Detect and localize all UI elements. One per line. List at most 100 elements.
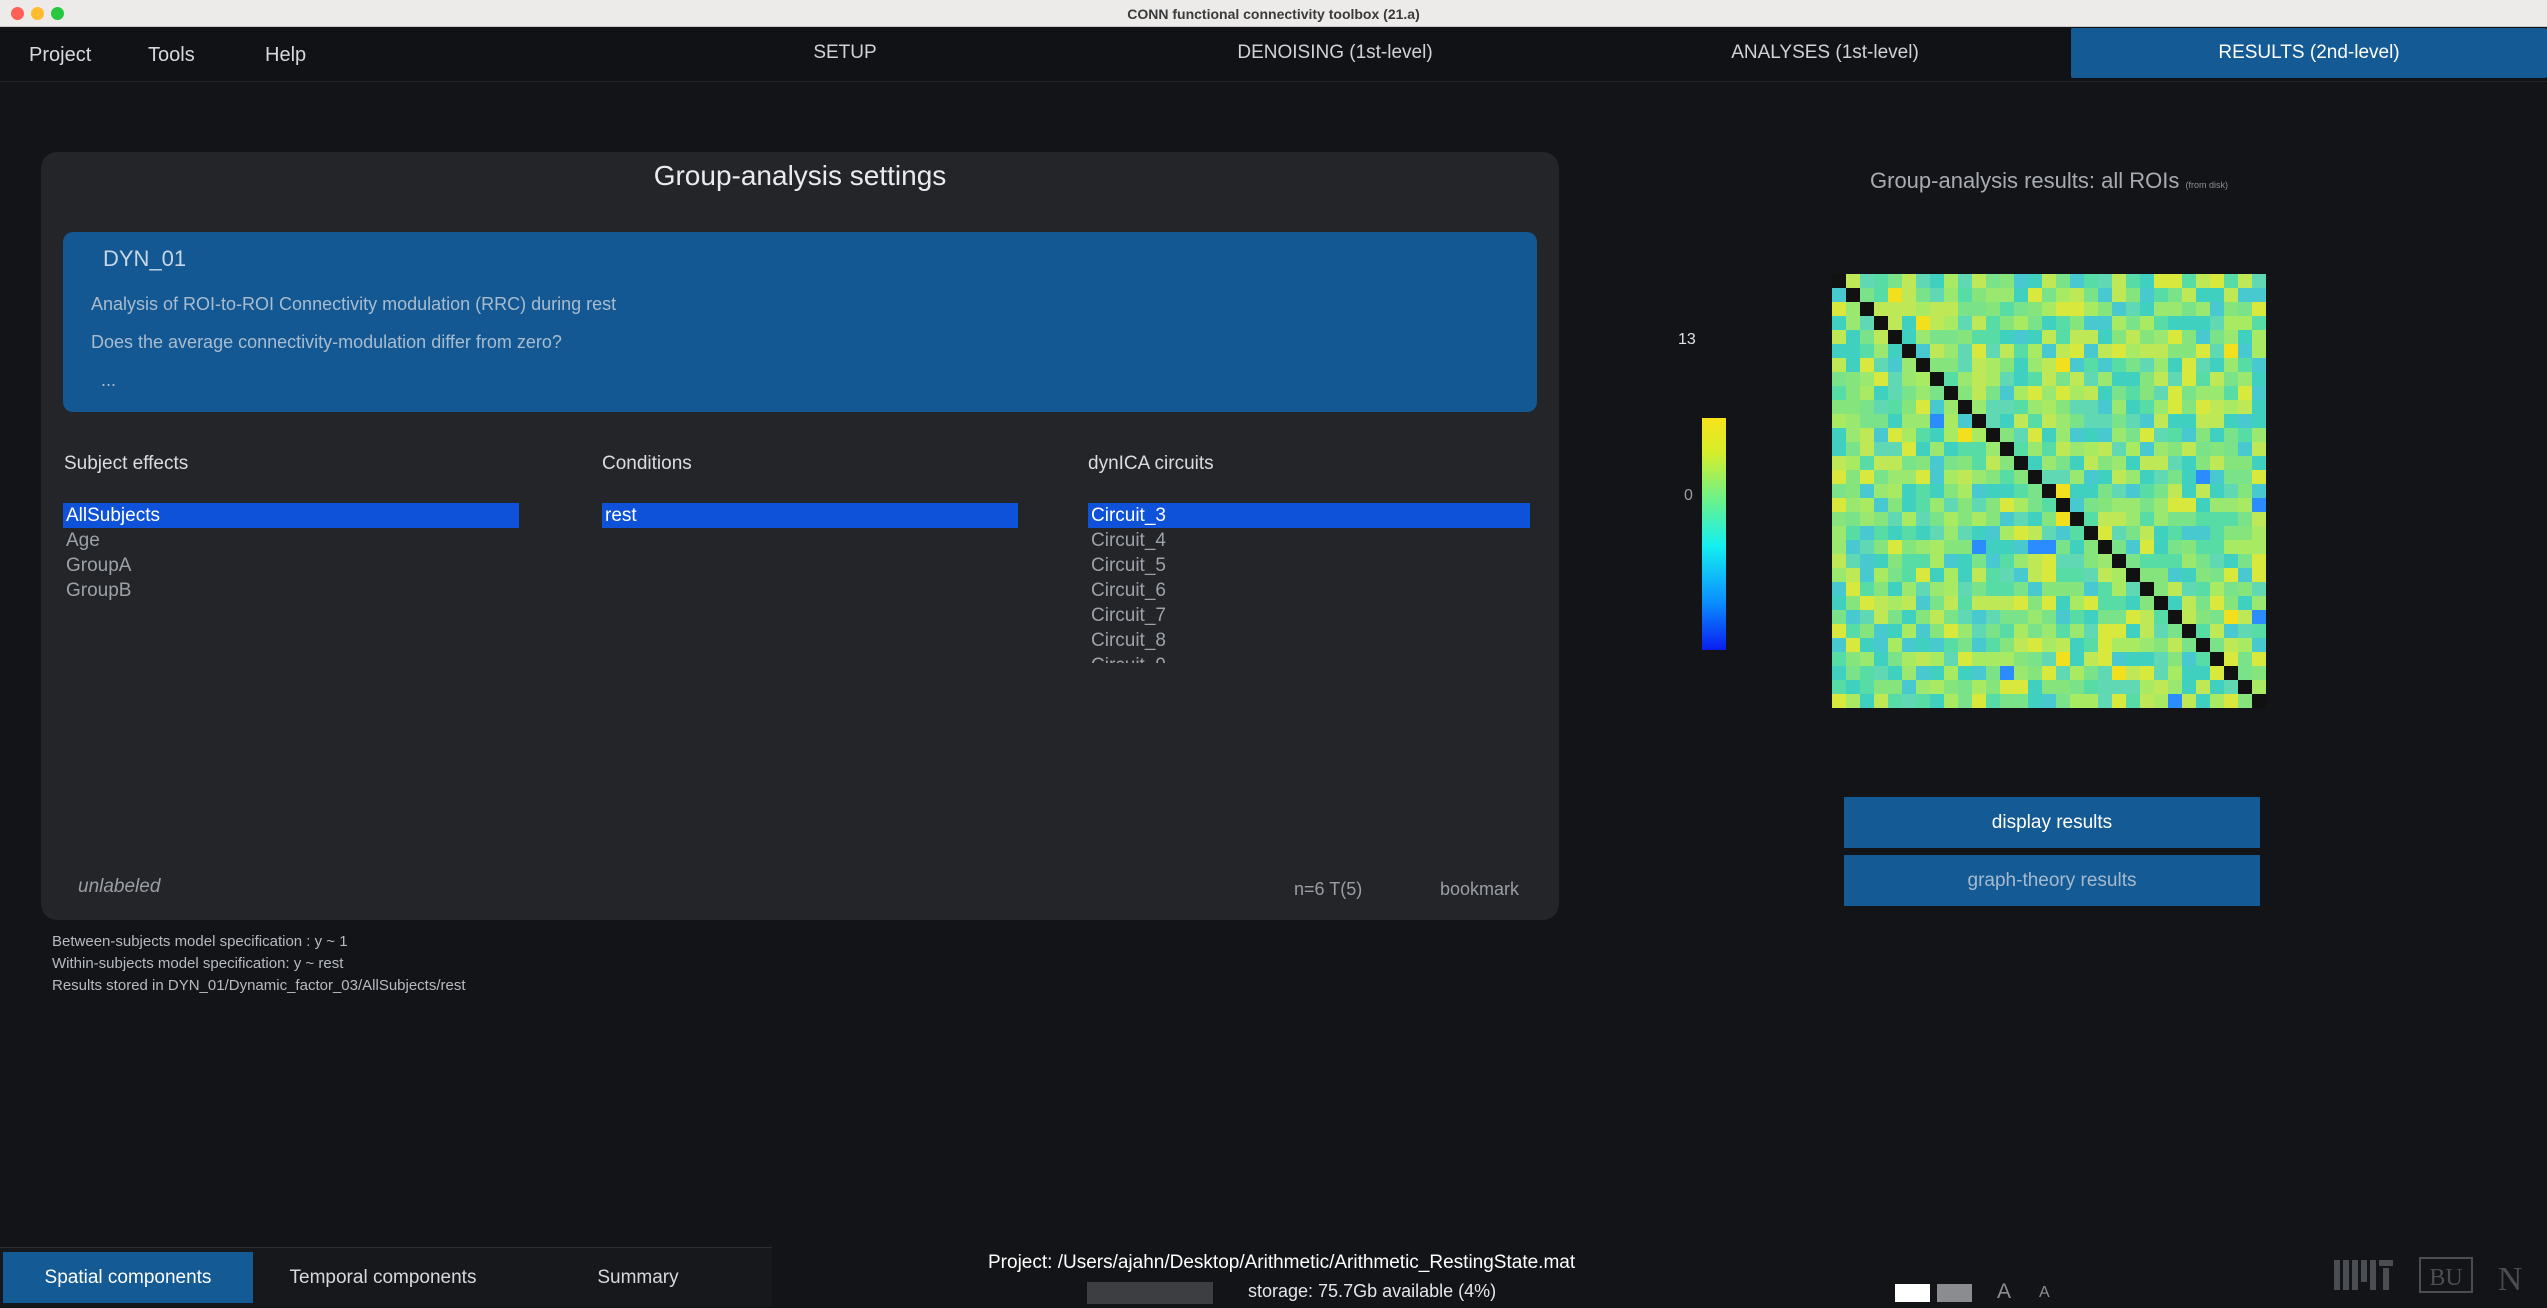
matrix-cell <box>1846 568 1860 582</box>
matrix-cell <box>1958 498 1972 512</box>
matrix-cell <box>2056 568 2070 582</box>
matrix-cell <box>1860 498 1874 512</box>
matrix-cell <box>1958 624 1972 638</box>
matrix-cell <box>1888 470 1902 484</box>
matrix-cell <box>2084 428 2098 442</box>
tab-denoising[interactable]: DENOISING (1st-level) <box>1210 28 1460 78</box>
matrix-cell <box>2028 484 2042 498</box>
matrix-cell <box>2056 274 2070 288</box>
matrix-cell <box>2112 484 2126 498</box>
matrix-cell <box>2196 652 2210 666</box>
tab-analyses[interactable]: ANALYSES (1st-level) <box>1700 28 1950 78</box>
matrix-cell <box>2098 526 2112 540</box>
graph-theory-results-button[interactable]: graph-theory results <box>1844 855 2260 906</box>
list-item[interactable]: rest <box>602 503 1018 528</box>
matrix-cell <box>1860 554 1874 568</box>
tab-spatial-components[interactable]: Spatial components <box>3 1252 253 1303</box>
matrix-cell <box>2196 596 2210 610</box>
matrix-cell <box>2042 526 2056 540</box>
matrix-cell <box>2084 568 2098 582</box>
theme-gray-swatch[interactable] <box>1937 1284 1972 1302</box>
menu-help[interactable]: Help <box>265 44 306 67</box>
matrix-cell <box>2028 372 2042 386</box>
matrix-cell <box>2140 316 2154 330</box>
matrix-cell <box>1930 610 1944 624</box>
theme-light-swatch[interactable] <box>1895 1284 1930 1302</box>
list-item[interactable]: Circuit_8 <box>1088 628 1530 653</box>
matrix-cell <box>2070 554 2084 568</box>
matrix-cell <box>1902 554 1916 568</box>
matrix-cell <box>2084 274 2098 288</box>
matrix-cell <box>1902 330 1916 344</box>
list-item[interactable]: Circuit_3 <box>1088 503 1530 528</box>
conditions-list[interactable]: rest <box>602 503 1018 528</box>
subject-effects-list[interactable]: AllSubjects Age GroupA GroupB <box>63 503 519 603</box>
list-item[interactable]: Circuit_5 <box>1088 553 1530 578</box>
matrix-cell <box>2042 428 2056 442</box>
bookmark-button[interactable]: bookmark <box>1440 879 1519 900</box>
tab-summary[interactable]: Summary <box>513 1252 763 1303</box>
matrix-cell <box>1846 344 1860 358</box>
matrix-cell <box>1860 680 1874 694</box>
matrix-cell <box>2084 386 2098 400</box>
matrix-cell <box>2238 302 2252 316</box>
analysis-label-field[interactable]: unlabeled <box>78 876 160 898</box>
matrix-cell <box>1986 484 2000 498</box>
matrix-cell <box>2224 414 2238 428</box>
display-results-button[interactable]: display results <box>1844 797 2260 848</box>
menu-project[interactable]: Project <box>29 44 91 67</box>
list-item[interactable]: Circuit_4 <box>1088 528 1530 553</box>
matrix-cell <box>2000 638 2014 652</box>
matrix-cell <box>2154 638 2168 652</box>
matrix-cell <box>1986 302 2000 316</box>
matrix-cell <box>2224 330 2238 344</box>
list-item[interactable]: AllSubjects <box>63 503 519 528</box>
list-item[interactable]: GroupB <box>63 578 519 603</box>
matrix-cell <box>2112 540 2126 554</box>
matrix-cell <box>1860 358 1874 372</box>
matrix-cell <box>2238 624 2252 638</box>
matrix-cell <box>2238 582 2252 596</box>
matrix-cell <box>2126 330 2140 344</box>
matrix-cell <box>2196 568 2210 582</box>
list-item[interactable]: Circuit_6 <box>1088 578 1530 603</box>
matrix-cell <box>2126 554 2140 568</box>
tab-setup[interactable]: SETUP <box>760 28 930 78</box>
list-item[interactable]: GroupA <box>63 553 519 578</box>
tab-temporal-components[interactable]: Temporal components <box>258 1252 508 1303</box>
matrix-cell <box>2224 274 2238 288</box>
matrix-cell <box>2042 470 2056 484</box>
matrix-cell <box>1986 694 2000 708</box>
matrix-cell <box>2196 400 2210 414</box>
list-item[interactable]: Circuit_7 <box>1088 603 1530 628</box>
matrix-cell <box>2224 638 2238 652</box>
connectivity-matrix[interactable] <box>1824 272 2272 718</box>
matrix-cell <box>2000 484 2014 498</box>
tab-results[interactable]: RESULTS (2nd-level) <box>2071 28 2547 78</box>
list-item[interactable]: Age <box>63 528 519 553</box>
analysis-selector[interactable]: DYN_01 Analysis of ROI-to-ROI Connectivi… <box>63 232 1537 412</box>
matrix-cell <box>1846 414 1860 428</box>
matrix-cell <box>2098 470 2112 484</box>
matrix-cell <box>1846 288 1860 302</box>
matrix-cell <box>2056 638 2070 652</box>
matrix-cell <box>2042 666 2056 680</box>
matrix-cell <box>1902 316 1916 330</box>
matrix-cell <box>2252 372 2266 386</box>
font-decrease-button[interactable]: A <box>2039 1284 2050 1302</box>
matrix-cell <box>1846 680 1860 694</box>
matrix-cell <box>2028 344 2042 358</box>
circuits-list[interactable]: Circuit_3 Circuit_4 Circuit_5 Circuit_6 … <box>1088 503 1530 663</box>
matrix-cell <box>2140 582 2154 596</box>
menu-tools[interactable]: Tools <box>148 44 195 67</box>
matrix-cell <box>2154 372 2168 386</box>
matrix-cell <box>1986 330 2000 344</box>
matrix-cell <box>2112 358 2126 372</box>
analysis-more: ... <box>101 370 117 390</box>
matrix-cell <box>1958 680 1972 694</box>
matrix-cell <box>2098 386 2112 400</box>
list-item[interactable]: Circuit_9 <box>1088 653 1530 663</box>
font-increase-button[interactable]: A <box>1997 1280 2011 1304</box>
matrix-cell <box>2182 596 2196 610</box>
matrix-cell <box>1986 638 2000 652</box>
